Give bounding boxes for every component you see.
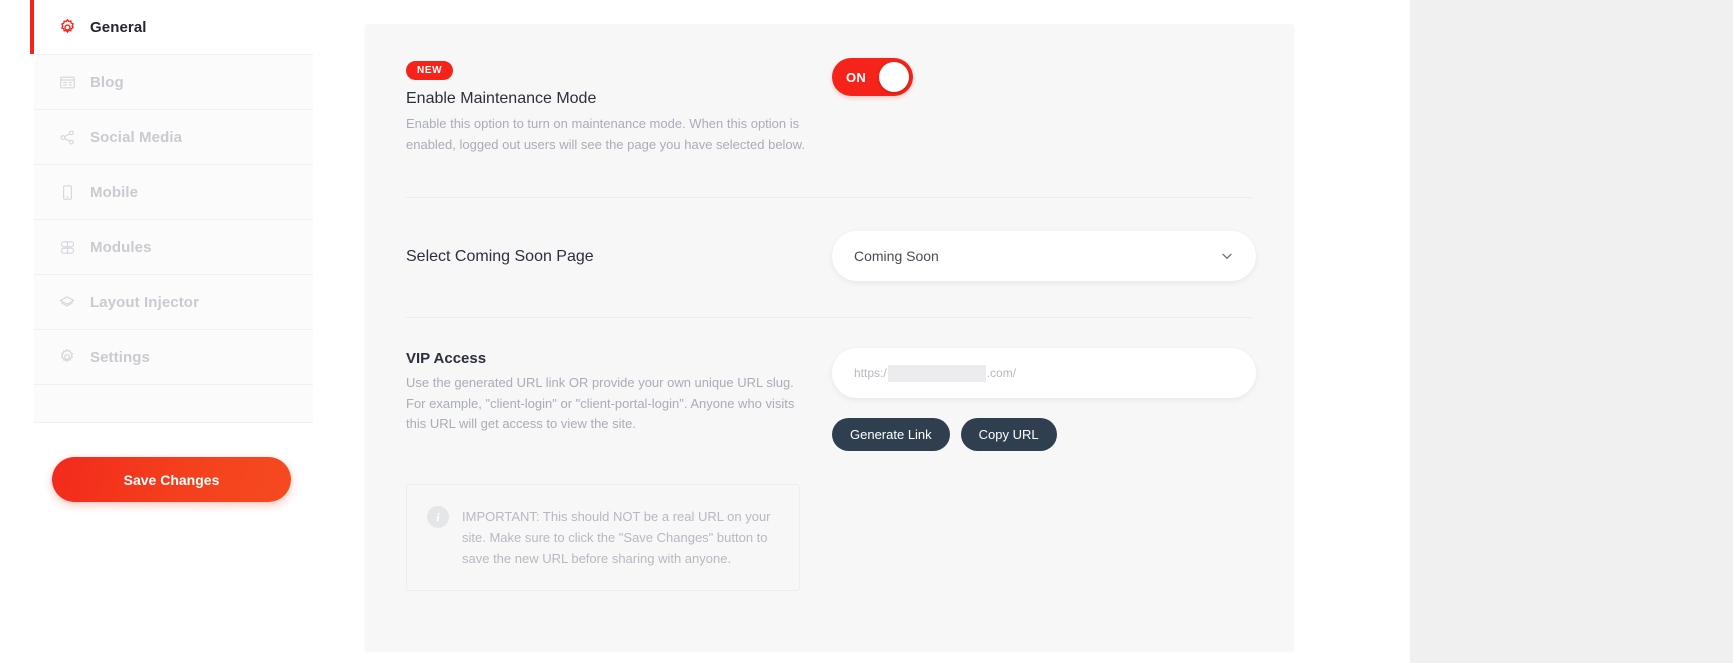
gear-icon — [56, 16, 78, 38]
vip-url-redacted-domain — [887, 364, 986, 382]
new-badge: NEW — [406, 61, 454, 80]
coming-soon-page-select[interactable]: Coming Soon — [832, 231, 1256, 282]
coming-soon-section: Select Coming Soon Page Coming Soon — [365, 198, 1294, 282]
coming-soon-control: Coming Soon — [811, 231, 1256, 282]
sidebar-item-layout-injector[interactable]: Layout Injector — [34, 275, 313, 330]
sidebar-item-label: Social Media — [90, 128, 183, 146]
maintenance-mode-title: Enable Maintenance Mode — [406, 90, 597, 107]
sidebar-item-label: Blog — [90, 73, 124, 91]
vip-access-title: VIP Access — [406, 350, 487, 368]
settings-card: NEW Enable Maintenance Mode Enable this … — [365, 24, 1294, 651]
sidebar-item-mobile[interactable]: Mobile — [34, 165, 313, 220]
maintenance-mode-control: ON — [811, 58, 1253, 96]
vip-important-notice: i IMPORTANT: This should NOT be a real U… — [406, 484, 800, 592]
sidebar-item-label: Layout Injector — [90, 293, 200, 311]
maintenance-mode-section: NEW Enable Maintenance Mode Enable this … — [365, 24, 1294, 155]
save-button-container: Save Changes — [34, 423, 313, 502]
coming-soon-info: Select Coming Soon Page — [406, 246, 811, 266]
toggle-knob[interactable] — [879, 62, 909, 92]
sidebar-item-label: Modules — [90, 238, 152, 256]
vip-url-suffix: .com/ — [986, 366, 1017, 381]
sidebar-item-label: General — [90, 18, 147, 36]
sidebar-item-blog[interactable]: Blog — [34, 55, 313, 110]
vip-notice-text: IMPORTANT: This should NOT be a real URL… — [462, 509, 771, 567]
info-icon: i — [427, 506, 449, 529]
vip-url-input[interactable]: https:/ .com/ — [832, 348, 1256, 399]
vip-access-info: VIP Access Use the generated URL link OR… — [406, 348, 811, 435]
gear-icon — [56, 346, 78, 368]
layers-icon — [56, 291, 78, 313]
generate-link-button[interactable]: Generate Link — [832, 418, 950, 452]
coming-soon-selected-value: Coming Soon — [854, 248, 939, 265]
maintenance-mode-description: Enable this option to turn on maintenanc… — [406, 116, 805, 152]
vip-access-section: VIP Access Use the generated URL link OR… — [365, 318, 1294, 452]
modules-grid-icon — [56, 236, 78, 258]
vip-url-prefix: https:/ — [854, 366, 887, 381]
sidebar-item-label: Mobile — [90, 183, 139, 201]
settings-page: General Blog Social Media Mobile Modules… — [0, 0, 1733, 663]
maintenance-mode-info: NEW Enable Maintenance Mode Enable this … — [406, 58, 811, 155]
vip-access-control: https:/ .com/ Generate Link Copy URL — [811, 348, 1256, 452]
newspaper-icon — [56, 71, 78, 93]
sidebar-item-label: Settings — [90, 348, 150, 366]
sidebar-item-general[interactable]: General — [30, 0, 313, 55]
right-panel-background — [1410, 0, 1733, 663]
mobile-phone-icon — [56, 181, 78, 203]
maintenance-mode-toggle[interactable]: ON — [832, 58, 913, 96]
vip-action-buttons: Generate Link Copy URL — [832, 418, 1256, 452]
coming-soon-title: Select Coming Soon Page — [406, 248, 594, 266]
sidebar-item-settings[interactable]: Settings — [34, 330, 313, 385]
chevron-down-icon[interactable] — [1220, 249, 1234, 263]
sidebar-item-social-media[interactable]: Social Media — [34, 110, 313, 165]
sidebar-nav: General Blog Social Media Mobile Modules… — [30, 0, 313, 663]
sidebar-item-modules[interactable]: Modules — [34, 220, 313, 275]
copy-url-button[interactable]: Copy URL — [960, 418, 1057, 452]
toggle-state-label: ON — [846, 69, 867, 85]
share-nodes-icon — [56, 126, 78, 148]
save-changes-button[interactable]: Save Changes — [52, 457, 291, 502]
sidebar-divider — [34, 385, 313, 423]
vip-access-description: Use the generated URL link OR provide yo… — [406, 375, 795, 432]
